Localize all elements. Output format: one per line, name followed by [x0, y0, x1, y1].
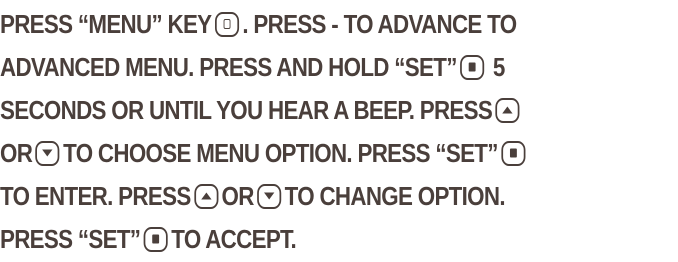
instruction-text: PRESS “MENU” KEY [0, 9, 212, 39]
instruction-text: SECONDS OR UNTIL YOU HEAR A BEEP. PRESS [0, 95, 493, 125]
instruction-text: PRESS “SET” [0, 224, 141, 254]
instruction-text: ADVANCED MENU. PRESS AND HOLD “SET” [0, 52, 457, 82]
instruction-text: TO ENTER. PRESS [0, 181, 191, 211]
instruction-line-2: ADVANCED MENU. PRESS AND HOLD “SET” 5 [0, 47, 505, 87]
instruction-line-5: TO ENTER. PRESS OR TO CHANGE OPTION. [0, 176, 506, 216]
instruction-text: . PRESS - TO ADVANCE TO [242, 9, 517, 39]
instruction-text: TO CHANGE OPTION. [284, 181, 506, 211]
instruction-line-4: OR TO CHOOSE MENU OPTION. PRESS “SET” [0, 133, 529, 173]
instruction-line-3: SECONDS OR UNTIL YOU HEAR A BEEP. PRESS [0, 90, 523, 130]
set-key-icon [460, 54, 485, 80]
up-arrow-key-icon [193, 183, 219, 209]
down-arrow-key-icon [257, 183, 282, 209]
instruction-text: TO ACCEPT. [171, 224, 297, 254]
set-key-icon [501, 140, 526, 166]
menu-key-icon [214, 11, 239, 37]
instruction-line-1: PRESS “MENU” KEY . PRESS - TO ADVANCE TO [0, 4, 517, 44]
instruction-text: OR [221, 181, 255, 211]
instruction-text: 5 [492, 52, 505, 82]
set-key-icon [143, 226, 168, 252]
down-arrow-key-icon [35, 140, 60, 166]
up-arrow-key-icon [495, 97, 520, 123]
instruction-text: OR [0, 138, 33, 168]
instruction-text: TO CHOOSE MENU OPTION. PRESS “SET” [63, 138, 498, 168]
instruction-panel: PRESS “MENU” KEY . PRESS - TO ADVANCE TO… [0, 0, 678, 262]
instruction-line-6: PRESS “SET” TO ACCEPT. [0, 219, 297, 259]
